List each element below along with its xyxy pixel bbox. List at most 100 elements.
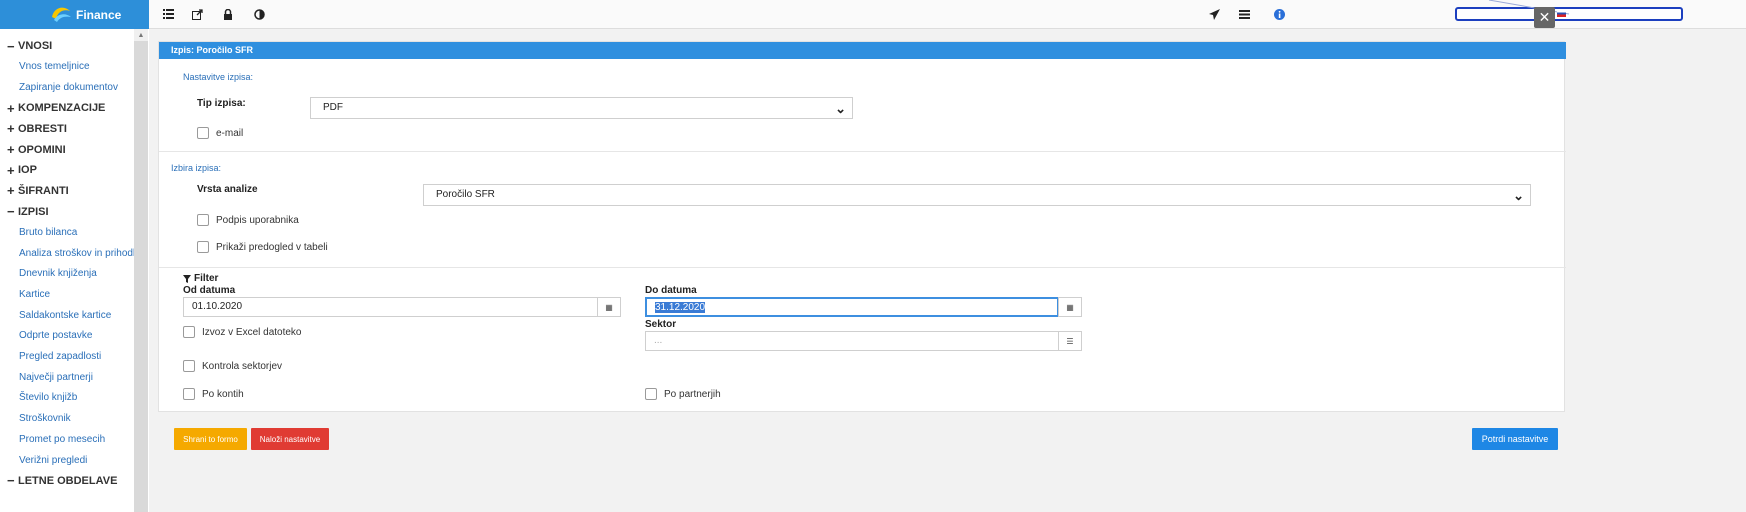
by-partner-label: Po partnerjih (664, 388, 721, 400)
checkbox-box[interactable] (645, 388, 657, 400)
expand-icon: + (7, 142, 15, 157)
sidebar-link[interactable]: Odprte postavke (19, 328, 92, 344)
sidebar-link[interactable]: Analiza stroškov in prihodk (19, 245, 138, 261)
sidebar-link[interactable]: Bruto bilanca (19, 224, 77, 240)
sidebar-group[interactable]: − IZPISI (7, 204, 49, 220)
sidebar-item-label: Analiza stroškov in prihodk (19, 247, 138, 259)
excel-export-checkbox[interactable]: Izvoz v Excel datoteko (183, 326, 302, 338)
sidebar-link[interactable]: Promet po mesecih (19, 431, 105, 447)
list-icon[interactable] (158, 5, 178, 23)
sidebar-group[interactable]: + ŠIFRANTI (7, 183, 69, 199)
sidebar-link[interactable]: Saldakontske kartice (19, 307, 111, 323)
output-type-value: PDF (323, 102, 343, 113)
checkbox-box[interactable] (197, 214, 209, 226)
signature-label: Podpis uporabnika (216, 214, 299, 226)
contrast-icon[interactable] (249, 5, 269, 23)
close-button[interactable]: ✕ (1534, 7, 1555, 28)
save-form-button[interactable]: Shrani to formo (174, 428, 247, 450)
by-account-label: Po kontih (202, 388, 244, 400)
preview-checkbox[interactable]: Prikaži predogled v tabeli (197, 241, 328, 253)
sidebar-item-label: VNOSI (18, 40, 53, 52)
sidebar-item-label: ŠIFRANTI (18, 184, 69, 197)
sidebar-link[interactable]: Verižni pregledi (19, 452, 87, 468)
sidebar-item-label: Število knjižb (19, 392, 78, 404)
expand-icon: + (7, 121, 15, 137)
collapse-icon: − (7, 473, 15, 489)
excel-export-label: Izvoz v Excel datoteko (202, 326, 302, 338)
sidebar-link[interactable]: Pregled zapadlosti (19, 349, 101, 365)
by-account-checkbox[interactable]: Po kontih (183, 388, 244, 400)
checkbox-box[interactable] (183, 360, 195, 372)
brand-bar[interactable]: Finance (0, 0, 149, 29)
scroll-up-icon[interactable]: ▲ (134, 29, 148, 41)
sidebar-link[interactable]: Vnos temeljnice (19, 59, 90, 75)
sidebar-link[interactable]: Stroškovnik (19, 411, 71, 427)
sidebar-item-label: Saldakontske kartice (19, 309, 112, 321)
sidebar-item-label: Stroškovnik (19, 413, 71, 425)
sidebar-item-label: Pregled zapadlosti (19, 351, 102, 362)
sidebar-link[interactable]: Število knjižb (19, 390, 77, 406)
sidebar-item-label: OPOMINI (18, 143, 66, 156)
sector-placeholder: ... (654, 335, 663, 346)
sidebar-link[interactable]: Dnevnik knjiženja (19, 266, 97, 282)
sidebar-item-label: Verižni pregledi (19, 454, 88, 466)
sidebar-item-label: Bruto bilanca (19, 226, 78, 238)
sector-input[interactable]: ... (645, 331, 1059, 351)
sector-label: Sektor (645, 319, 677, 330)
report-panel: Izpis: Poročilo SFR Nastavitve izpisa: T… (158, 41, 1566, 412)
sidebar-item-label: Vnos temeljnice (19, 61, 90, 73)
calendar-icon[interactable]: ▦ (597, 297, 621, 317)
sidebar-scrollbar[interactable] (134, 29, 148, 512)
to-date-input[interactable]: 31.12.2020 (645, 297, 1059, 317)
sector-check-checkbox[interactable]: Kontrola sektorjev (183, 360, 282, 372)
sidebar-group[interactable]: + KOMPENZACIJE (7, 100, 105, 116)
close-icon: ✕ (1538, 9, 1551, 25)
section-divider (159, 151, 1566, 152)
list-picker-icon[interactable]: ☰ (1058, 331, 1082, 351)
sidebar-group[interactable]: + OPOMINI (7, 142, 66, 158)
section-divider (159, 267, 1566, 268)
sidebar-link[interactable]: Največji partnerji (19, 369, 93, 385)
sidebar-item-label: LETNE OBDELAVE (18, 474, 118, 487)
email-checkbox[interactable]: e-mail (197, 127, 243, 139)
sidebar-link[interactable]: Kartice (19, 286, 50, 302)
by-partner-checkbox[interactable]: Po partnerjih (645, 388, 721, 400)
sidebar-link[interactable]: Zapiranje dokumentov (19, 79, 118, 95)
sidebar-group[interactable]: − LETNE OBDELAVE (7, 473, 117, 489)
analysis-type-value: Poročilo SFR (436, 189, 495, 200)
confirm-settings-button[interactable]: Potrdi nastavitve (1472, 428, 1558, 450)
sidebar-item-label: IOP (18, 164, 37, 177)
language-flag-icon[interactable] (1557, 10, 1566, 17)
analysis-type-select[interactable]: Poročilo SFR ⌄ (423, 184, 1531, 206)
collapse-icon: − (7, 204, 15, 220)
send-icon[interactable] (1204, 5, 1224, 23)
sidebar-group[interactable]: + OBRESTI (7, 121, 67, 137)
info-icon[interactable] (1269, 5, 1289, 23)
panel-title: Izpis: Poročilo SFR (159, 42, 1566, 59)
filter-icon (183, 274, 191, 283)
sidebar-group[interactable]: − VNOSI (7, 38, 52, 54)
from-date-input[interactable]: 01.10.2020 (183, 297, 598, 317)
load-settings-button[interactable]: Naloži nastavitve (251, 428, 329, 450)
chevron-down-icon: ⌄ (835, 101, 846, 116)
sidebar-item-label: IZPISI (18, 205, 49, 218)
menu-lines-icon[interactable] (1234, 5, 1254, 23)
checkbox-box[interactable] (183, 388, 195, 400)
sidebar-group[interactable]: + IOP (7, 162, 37, 178)
sidebar-item-label: Dnevnik knjiženja (19, 268, 97, 280)
lock-icon[interactable] (218, 5, 238, 23)
logo-icon (52, 7, 71, 22)
output-type-label: Tip izpisa: (197, 98, 246, 109)
sidebar-item-label: KOMPENZACIJE (18, 102, 106, 115)
calendar-icon[interactable]: ▦ (1058, 297, 1082, 317)
filter-heading: Filter (183, 273, 218, 284)
output-type-select[interactable]: PDF ⌄ (310, 97, 853, 119)
external-link-icon[interactable] (187, 5, 207, 23)
checkbox-box[interactable] (197, 241, 209, 253)
expand-icon: + (7, 100, 15, 116)
checkbox-box[interactable] (197, 127, 209, 139)
main-content: Izpis: Poročilo SFR Nastavitve izpisa: T… (149, 29, 1746, 512)
checkbox-box[interactable] (183, 326, 195, 338)
signature-checkbox[interactable]: Podpis uporabnika (197, 214, 299, 226)
to-date-label: Do datuma (645, 285, 697, 296)
